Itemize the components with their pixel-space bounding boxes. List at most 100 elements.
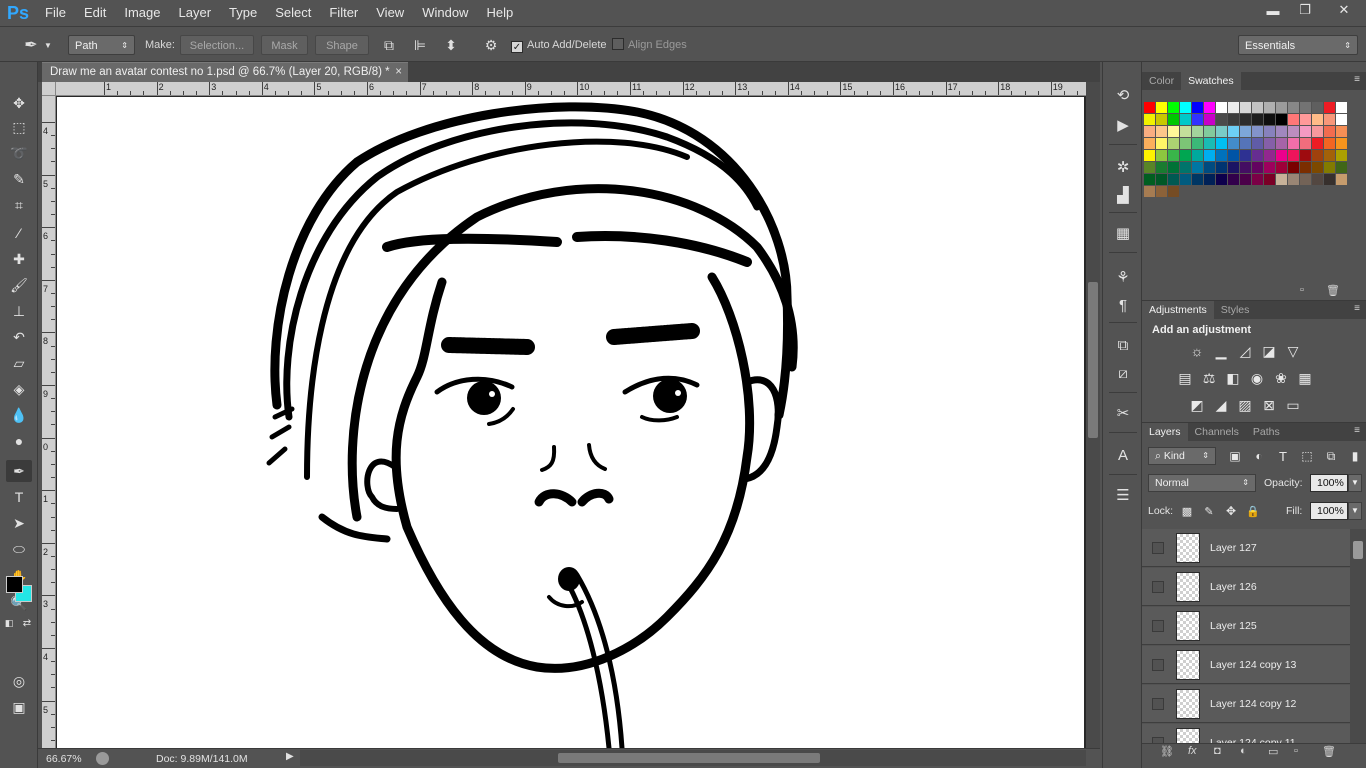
path-arrangement-icon[interactable]: ⬍ bbox=[440, 35, 462, 55]
make-selection-button[interactable]: Selection... bbox=[180, 35, 254, 55]
color-swatch[interactable] bbox=[1144, 102, 1155, 113]
crop-tool-icon[interactable]: ⌗ bbox=[6, 194, 32, 216]
layer-row[interactable]: Layer 126 bbox=[1142, 568, 1350, 606]
menu-edit[interactable]: Edit bbox=[75, 0, 115, 26]
color-swatch[interactable] bbox=[1324, 174, 1335, 185]
color-swatch[interactable] bbox=[1240, 162, 1251, 173]
color-swatch[interactable] bbox=[1156, 186, 1167, 197]
posterize-icon[interactable]: ◢ bbox=[1212, 396, 1230, 414]
color-swatch[interactable] bbox=[1192, 150, 1203, 161]
tab-swatches[interactable]: Swatches bbox=[1181, 72, 1241, 90]
color-swatch[interactable] bbox=[1228, 102, 1239, 113]
color-swatch[interactable] bbox=[1204, 162, 1215, 173]
color-swatch[interactable] bbox=[1144, 150, 1155, 161]
layer-name[interactable]: Layer 126 bbox=[1210, 581, 1257, 593]
panel-menu-icon[interactable]: ≡ bbox=[1354, 303, 1360, 314]
color-swatch[interactable] bbox=[1240, 150, 1251, 161]
color-swatch[interactable] bbox=[1312, 126, 1323, 137]
filter-adjustment-icon[interactable]: ◐ bbox=[1250, 447, 1268, 465]
ellipse-tool-icon[interactable]: ⬭ bbox=[6, 538, 32, 560]
gear-icon[interactable]: ⚙ bbox=[480, 35, 502, 55]
layer-comps-icon[interactable]: ☰ bbox=[1111, 484, 1135, 506]
menu-view[interactable]: View bbox=[367, 0, 413, 26]
color-swatch[interactable] bbox=[1264, 126, 1275, 137]
color-swatch[interactable] bbox=[1156, 150, 1167, 161]
color-swatch[interactable] bbox=[1252, 150, 1263, 161]
color-swatch[interactable] bbox=[1228, 114, 1239, 125]
quick-selection-tool-icon[interactable]: ✎ bbox=[6, 168, 32, 190]
color-swatch[interactable] bbox=[1276, 174, 1287, 185]
menu-select[interactable]: Select bbox=[266, 0, 320, 26]
color-swatch[interactable] bbox=[1264, 174, 1275, 185]
color-swatch[interactable] bbox=[1180, 174, 1191, 185]
screen-mode-icon[interactable]: ▣ bbox=[6, 696, 32, 718]
menu-layer[interactable]: Layer bbox=[170, 0, 221, 26]
color-swatch[interactable] bbox=[1288, 150, 1299, 161]
color-swatch[interactable] bbox=[1204, 114, 1215, 125]
brush-tool-icon[interactable]: 🖌 bbox=[6, 274, 32, 296]
color-swatch[interactable] bbox=[1300, 126, 1311, 137]
color-swatch[interactable] bbox=[1168, 150, 1179, 161]
history-panel-icon[interactable]: ⟲ bbox=[1111, 84, 1135, 106]
color-swatch[interactable] bbox=[1288, 102, 1299, 113]
levels-icon[interactable]: ▁ bbox=[1212, 342, 1230, 360]
filter-toggle-icon[interactable]: ▮ bbox=[1346, 447, 1364, 465]
layer-thumbnail[interactable] bbox=[1176, 611, 1200, 641]
auto-add-delete-check[interactable]: ✓ bbox=[511, 41, 523, 53]
history-brush-tool-icon[interactable]: ↶ bbox=[6, 326, 32, 348]
layer-visibility-toggle[interactable] bbox=[1152, 620, 1164, 632]
lock-image-icon[interactable]: ✎ bbox=[1200, 502, 1218, 520]
maximize-button[interactable]: ❐ bbox=[1288, 0, 1322, 20]
layer-thumbnail[interactable] bbox=[1176, 650, 1200, 680]
workspace-select[interactable]: Essentials ⇕ bbox=[1238, 35, 1358, 55]
color-swatch[interactable] bbox=[1192, 174, 1203, 185]
color-swatch[interactable] bbox=[1324, 102, 1335, 113]
color-swatch[interactable] bbox=[1144, 186, 1155, 197]
zoom-level[interactable]: 66.67% bbox=[46, 753, 82, 765]
color-swatch[interactable] bbox=[1216, 150, 1227, 161]
color-swatch[interactable] bbox=[1264, 102, 1275, 113]
color-swatch[interactable] bbox=[1144, 138, 1155, 149]
color-swatch[interactable] bbox=[1276, 138, 1287, 149]
color-swatch[interactable] bbox=[1204, 138, 1215, 149]
color-swatch[interactable] bbox=[1228, 174, 1239, 185]
color-swatch[interactable] bbox=[1324, 114, 1335, 125]
actions-panel-icon[interactable]: ▶ bbox=[1111, 114, 1135, 136]
color-swatch[interactable] bbox=[1300, 114, 1311, 125]
color-swatch[interactable] bbox=[1264, 162, 1275, 173]
path-alignment-icon[interactable]: ⊫ bbox=[409, 35, 431, 55]
color-swatch[interactable] bbox=[1216, 138, 1227, 149]
color-swatch[interactable] bbox=[1144, 114, 1155, 125]
exposure-icon[interactable]: ◪ bbox=[1260, 342, 1278, 360]
share-icon[interactable] bbox=[96, 752, 109, 765]
color-swatch[interactable] bbox=[1276, 150, 1287, 161]
layer-thumbnail[interactable] bbox=[1176, 689, 1200, 719]
color-swatch[interactable] bbox=[1180, 150, 1191, 161]
pen-tool-preset-icon[interactable]: ✒ bbox=[20, 35, 42, 55]
color-swatch[interactable] bbox=[1240, 102, 1251, 113]
color-swatch[interactable] bbox=[1312, 174, 1323, 185]
invert-icon[interactable]: ◩ bbox=[1188, 396, 1206, 414]
new-group-icon[interactable]: ▭ bbox=[1268, 745, 1278, 758]
tab-color[interactable]: Color bbox=[1142, 72, 1181, 90]
color-swatch[interactable] bbox=[1156, 138, 1167, 149]
link-layers-icon[interactable]: ⛓ bbox=[1160, 745, 1174, 758]
make-shape-button[interactable]: Shape bbox=[315, 35, 369, 55]
color-swatch[interactable] bbox=[1252, 174, 1263, 185]
color-lookup-icon[interactable]: ▦ bbox=[1296, 369, 1314, 387]
selective-color-icon[interactable]: ⊠ bbox=[1260, 396, 1278, 414]
tab-paths[interactable]: Paths bbox=[1246, 423, 1287, 441]
menu-type[interactable]: Type bbox=[220, 0, 266, 26]
color-swatch[interactable] bbox=[1240, 126, 1251, 137]
color-swatch[interactable] bbox=[1216, 162, 1227, 173]
color-swatch[interactable] bbox=[1288, 114, 1299, 125]
info-panel-icon[interactable]: ▦ bbox=[1111, 222, 1135, 244]
color-swatch[interactable] bbox=[1180, 138, 1191, 149]
layer-thumbnail[interactable] bbox=[1176, 728, 1200, 743]
color-swatch[interactable] bbox=[1216, 126, 1227, 137]
tab-styles[interactable]: Styles bbox=[1214, 301, 1257, 319]
gradient-map-icon[interactable]: ▭ bbox=[1284, 396, 1302, 414]
color-swatch[interactable] bbox=[1276, 114, 1287, 125]
color-swatch[interactable] bbox=[1324, 150, 1335, 161]
healing-brush-tool-icon[interactable]: ✚ bbox=[6, 248, 32, 270]
